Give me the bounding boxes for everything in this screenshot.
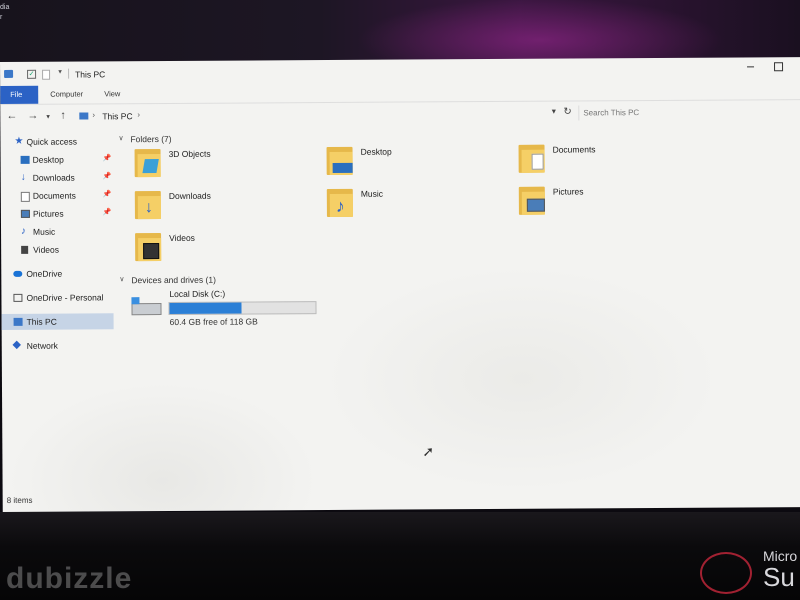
music-note-icon: ♪	[335, 195, 345, 216]
onedrive-personal-icon	[13, 293, 23, 302]
folder-music[interactable]: ♪ Music	[326, 184, 507, 223]
sidebar-item-downloads[interactable]: ↓ Downloads 📌	[1, 169, 113, 186]
desktop-icon-label: dia r	[0, 4, 10, 21]
minimize-button[interactable]	[744, 61, 758, 73]
new-folder-icon[interactable]	[42, 69, 51, 80]
pin-icon[interactable]: 📌	[103, 205, 112, 221]
content-pane: ∨ Folders (7) 3D Objects Desktop Documen…	[118, 127, 800, 501]
folder-videos-icon	[135, 229, 162, 262]
star-icon: ★	[14, 135, 24, 147]
folder-3d-objects-icon	[134, 145, 161, 178]
refresh-icon[interactable]: ↻	[563, 107, 571, 118]
address-bar: ← → ▾ ↑ › This PC › ▼ ↻ Search This PC	[0, 101, 800, 128]
folder-documents[interactable]: Documents	[518, 140, 698, 179]
address-field[interactable]: › This PC ›	[75, 106, 545, 124]
folder-music-icon: ♪	[326, 185, 353, 218]
desktop-background: dia r	[0, 0, 800, 62]
search-input[interactable]: Search This PC	[578, 104, 800, 121]
folder-desktop[interactable]: Desktop	[326, 142, 507, 181]
back-arrow-icon[interactable]: ←	[6, 110, 17, 122]
folder-3d-objects[interactable]: 3D Objects	[134, 144, 315, 183]
download-arrow-icon: ↓	[144, 199, 153, 217]
film-icon	[143, 243, 160, 260]
hard-drive-icon	[129, 297, 162, 316]
tab-computer[interactable]: Computer	[40, 85, 93, 103]
sidebar-item-network[interactable]: Network	[2, 337, 114, 354]
breadcrumb-chevron-icon[interactable]: ›	[137, 110, 140, 119]
forward-arrow-icon[interactable]: →	[27, 110, 38, 122]
sidebar-item-documents[interactable]: Documents 📌	[1, 187, 113, 204]
desktop-icon	[20, 155, 30, 164]
sidebar-item-onedrive[interactable]: OneDrive	[1, 265, 113, 282]
sidebar-item-videos[interactable]: Videos	[1, 241, 113, 258]
pin-icon[interactable]: 📌	[103, 151, 112, 167]
sidebar-item-onedrive-personal[interactable]: OneDrive - Personal	[1, 289, 113, 306]
navigation-pane: ★ Quick access Desktop 📌 ↓ Downloads 📌 D…	[0, 131, 114, 502]
document-icon	[531, 153, 544, 170]
windows-logo-icon	[131, 297, 140, 305]
up-arrow-icon[interactable]: ↑	[60, 110, 66, 122]
film-icon	[21, 245, 29, 254]
brand-logo-icon	[700, 552, 752, 594]
folder-downloads-icon: ↓	[134, 187, 161, 220]
recent-locations-chevron-icon[interactable]: ▾	[46, 112, 50, 124]
folder-pictures-icon	[518, 183, 545, 215]
maximize-button[interactable]	[774, 62, 784, 72]
sidebar-item-pictures[interactable]: Pictures 📌	[1, 205, 113, 222]
drive-local-disk-c[interactable]: Local Disk (C:) 60.4 GB free of 118 GB	[129, 286, 379, 328]
network-icon	[12, 340, 21, 350]
sidebar-item-desktop[interactable]: Desktop 📌	[1, 151, 113, 168]
cube-icon	[142, 159, 159, 174]
breadcrumb-chevron-icon[interactable]: ›	[92, 110, 95, 119]
drive-free-space: 60.4 GB free of 118 GB	[169, 316, 258, 327]
tab-file[interactable]: File	[0, 85, 39, 104]
status-bar-item-count: 8 items	[6, 495, 33, 505]
this-pc-icon	[4, 69, 14, 78]
desktop-icon	[332, 162, 353, 173]
address-dropdown-icon[interactable]: ▼	[550, 109, 557, 116]
this-pc-icon	[79, 112, 89, 120]
computer-icon	[13, 317, 23, 326]
drive-usage-bar	[168, 301, 317, 315]
mouse-cursor-icon: ➚	[422, 443, 435, 460]
picture-icon	[526, 198, 545, 212]
drive-usage-fill	[169, 302, 242, 314]
quick-access-toolbar-dropdown-icon[interactable]: ▼	[57, 70, 63, 76]
breadcrumb-this-pc[interactable]: This PC	[102, 111, 132, 121]
picture-icon	[20, 209, 30, 218]
folder-documents-icon	[518, 141, 545, 173]
download-arrow-icon: ↓	[20, 171, 26, 183]
sidebar-item-this-pc[interactable]: This PC	[1, 313, 114, 330]
cloud-icon	[13, 270, 23, 277]
folder-pictures[interactable]: Pictures	[518, 182, 699, 221]
drive-name: Local Disk (C:)	[169, 288, 226, 299]
sidebar-item-quick-access[interactable]: ★ Quick access	[0, 133, 112, 150]
document-icon	[20, 191, 30, 202]
title-separator	[68, 68, 70, 79]
search-placeholder: Search This PC	[583, 108, 640, 118]
brand-text: Micro Su	[763, 548, 798, 592]
folder-desktop-icon	[326, 143, 353, 176]
tab-view[interactable]: View	[94, 85, 130, 103]
folder-downloads[interactable]: ↓ Downloads	[134, 186, 315, 225]
properties-icon[interactable]: ✓	[27, 69, 37, 79]
folder-videos[interactable]: Videos	[135, 228, 315, 267]
chevron-down-icon[interactable]: ∨	[118, 134, 123, 142]
window-title: This PC	[75, 69, 106, 80]
pin-icon[interactable]: 📌	[103, 169, 112, 185]
chevron-down-icon[interactable]: ∨	[119, 275, 124, 283]
music-note-icon: ♪	[21, 225, 27, 237]
pin-icon[interactable]: 📌	[103, 187, 112, 203]
sidebar-item-music[interactable]: ♪ Music	[1, 223, 113, 240]
watermark-logo: dubizzle	[6, 562, 133, 595]
file-explorer-window: ✓ ▼ This PC File Computer View ← → ▾ ↑ ›…	[0, 57, 800, 512]
